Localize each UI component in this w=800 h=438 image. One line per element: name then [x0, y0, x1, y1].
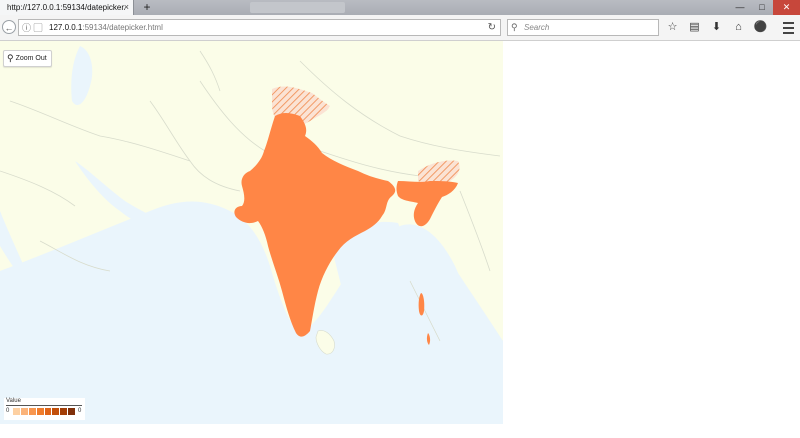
legend-swatch: [36, 408, 45, 415]
tab-close-icon[interactable]: ×: [124, 0, 129, 15]
legend-divider: [6, 405, 82, 406]
url-path: :59134/datepicker.html: [82, 23, 163, 32]
site-info-icon[interactable]: ⓘ ▢: [22, 21, 43, 35]
page-content: ⚲ Zoom Out Value 0 0: [0, 41, 800, 438]
url-host: 127.0.0.1: [49, 23, 83, 32]
legend-swatch: [28, 408, 37, 415]
minimize-button[interactable]: —: [729, 0, 751, 15]
legend-swatch: [20, 408, 29, 415]
zoom-out-button[interactable]: ⚲ Zoom Out: [3, 50, 52, 67]
bookmark-star-icon[interactable]: ☆: [664, 19, 681, 36]
maximize-button[interactable]: □: [751, 0, 773, 15]
map-svg: [0, 41, 503, 424]
search-input[interactable]: ⚲ Search: [507, 19, 659, 36]
hamburger-menu-icon[interactable]: [781, 19, 795, 36]
download-icon[interactable]: ⬇: [708, 19, 725, 36]
background-tab[interactable]: [250, 2, 345, 13]
legend-swatch: [52, 408, 61, 415]
tab-title: http://127.0.0.1:59134/datepicker.: [7, 3, 126, 12]
pocket-icon[interactable]: ⚫: [752, 19, 769, 36]
legend-swatch: [60, 408, 69, 415]
new-tab-button[interactable]: +: [140, 0, 154, 15]
toolbar-icons: ☆ ▤ ⬇ ⌂ ⚫: [664, 19, 769, 36]
legend-swatch: [44, 408, 53, 415]
color-legend: Value 0 0: [4, 398, 85, 420]
legend-swatch: [13, 408, 21, 415]
legend-min-value: 0: [6, 408, 10, 414]
url-bar[interactable]: ⓘ ▢ 127.0.0.1:59134/datepicker.html ↻: [18, 19, 501, 36]
browser-tab-active[interactable]: http://127.0.0.1:59134/datepicker. ×: [0, 0, 134, 15]
magnifier-icon: ⚲: [7, 53, 14, 63]
window-controls: — □ ✕: [729, 0, 800, 15]
legend-title: Value: [6, 398, 21, 404]
reading-list-icon[interactable]: ▤: [686, 19, 703, 36]
search-icon: ⚲: [511, 22, 518, 32]
close-window-button[interactable]: ✕: [773, 0, 800, 15]
search-placeholder: Search: [524, 23, 550, 32]
url-text: 127.0.0.1:59134/datepicker.html: [49, 20, 163, 35]
back-button[interactable]: ←: [2, 20, 16, 34]
reload-icon[interactable]: ↻: [488, 20, 496, 35]
navigation-toolbar: ← ⓘ ▢ 127.0.0.1:59134/datepicker.html ↻ …: [0, 15, 800, 41]
legend-swatch: [68, 408, 76, 415]
tab-strip: http://127.0.0.1:59134/datepicker. × + —…: [0, 0, 800, 15]
legend-max-value: 0: [78, 408, 82, 414]
legend-gradient: [13, 408, 76, 415]
back-arrow-icon: ←: [4, 23, 14, 33]
geo-chart[interactable]: ⚲ Zoom Out Value 0 0: [0, 41, 503, 424]
zoom-out-label: Zoom Out: [15, 55, 47, 62]
home-icon[interactable]: ⌂: [730, 19, 747, 36]
